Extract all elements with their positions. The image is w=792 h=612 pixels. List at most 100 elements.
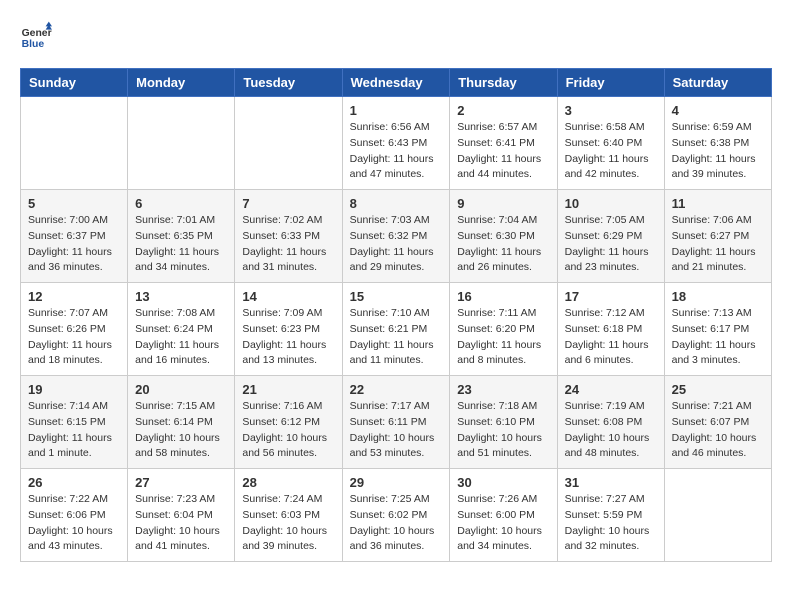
day-number: 3 [565, 103, 657, 118]
table-row: 30 Sunrise: 7:26 AMSunset: 6:00 PMDayligh… [450, 469, 557, 562]
day-info: Sunrise: 7:05 AMSunset: 6:29 PMDaylight:… [565, 213, 657, 276]
day-number: 7 [242, 196, 334, 211]
table-row: 24Sunrise: 7:19 AMSunset: 6:08 PMDayligh… [557, 376, 664, 469]
day-number: 8 [350, 196, 443, 211]
weekday-header: Monday [128, 69, 235, 97]
calendar-week-row: 26 Sunrise: 7:22 AMSunset: 6:06 PMDayligh… [21, 469, 772, 562]
calendar-week-row: 1 Sunrise: 6:56 AMSunset: 6:43 PMDaylight… [21, 97, 772, 190]
header-row: SundayMondayTuesdayWednesdayThursdayFrid… [21, 69, 772, 97]
day-number: 26 [28, 475, 120, 490]
day-number: 12 [28, 289, 120, 304]
day-info: Sunrise: 7:03 AMSunset: 6:32 PMDaylight:… [350, 213, 443, 276]
table-row: 20Sunrise: 7:15 AMSunset: 6:14 PMDayligh… [128, 376, 235, 469]
day-info: Sunrise: 7:00 AMSunset: 6:37 PMDaylight:… [28, 213, 120, 276]
day-info: Sunrise: 6:59 AMSunset: 6:38 PMDaylight:… [672, 120, 764, 183]
day-number: 18 [672, 289, 764, 304]
table-row: 8 Sunrise: 7:03 AMSunset: 6:32 PMDaylight… [342, 190, 450, 283]
table-row: 25 Sunrise: 7:21 AMSunset: 6:07 PMDayligh… [664, 376, 771, 469]
day-number: 27 [135, 475, 227, 490]
table-row: 29 Sunrise: 7:25 AMSunset: 6:02 PMDayligh… [342, 469, 450, 562]
day-info: Sunrise: 7:07 AMSunset: 6:26 PMDaylight:… [28, 306, 120, 369]
svg-text:Blue: Blue [22, 39, 45, 50]
table-row: 26 Sunrise: 7:22 AMSunset: 6:06 PMDayligh… [21, 469, 128, 562]
calendar: SundayMondayTuesdayWednesdayThursdayFrid… [20, 68, 772, 562]
day-number: 2 [457, 103, 549, 118]
day-number: 11 [672, 196, 764, 211]
svg-text:General: General [22, 28, 52, 39]
weekday-header: Wednesday [342, 69, 450, 97]
day-number: 29 [350, 475, 443, 490]
table-row: 5 Sunrise: 7:00 AMSunset: 6:37 PMDaylight… [21, 190, 128, 283]
day-number: 5 [28, 196, 120, 211]
day-number: 17 [565, 289, 657, 304]
day-number: 22 [350, 382, 443, 397]
table-row: 22 Sunrise: 7:17 AMSunset: 6:11 PMDayligh… [342, 376, 450, 469]
table-row: 1 Sunrise: 6:56 AMSunset: 6:43 PMDaylight… [342, 97, 450, 190]
day-info: Sunrise: 7:11 AMSunset: 6:20 PMDaylight:… [457, 306, 549, 369]
table-row [235, 97, 342, 190]
day-number: 20 [135, 382, 227, 397]
table-row: 14 Sunrise: 7:09 AMSunset: 6:23 PMDayligh… [235, 283, 342, 376]
day-number: 30 [457, 475, 549, 490]
day-info: Sunrise: 7:27 AMSunset: 5:59 PMDaylight:… [565, 492, 657, 555]
table-row: 19 Sunrise: 7:14 AMSunset: 6:15 PMDayligh… [21, 376, 128, 469]
day-info: Sunrise: 7:06 AMSunset: 6:27 PMDaylight:… [672, 213, 764, 276]
table-row: 16 Sunrise: 7:11 AMSunset: 6:20 PMDayligh… [450, 283, 557, 376]
day-info: Sunrise: 7:01 AMSunset: 6:35 PMDaylight:… [135, 213, 227, 276]
day-info: Sunrise: 7:10 AMSunset: 6:21 PMDaylight:… [350, 306, 443, 369]
logo-icon: General Blue [20, 20, 52, 52]
day-info: Sunrise: 7:23 AMSunset: 6:04 PMDaylight:… [135, 492, 227, 555]
weekday-header: Friday [557, 69, 664, 97]
day-number: 13 [135, 289, 227, 304]
day-info: Sunrise: 6:57 AMSunset: 6:41 PMDaylight:… [457, 120, 549, 183]
day-number: 4 [672, 103, 764, 118]
day-info: Sunrise: 7:24 AMSunset: 6:03 PMDaylight:… [242, 492, 334, 555]
day-number: 15 [350, 289, 443, 304]
day-info: Sunrise: 7:16 AMSunset: 6:12 PMDaylight:… [242, 399, 334, 462]
table-row: 2 Sunrise: 6:57 AMSunset: 6:41 PMDaylight… [450, 97, 557, 190]
day-info: Sunrise: 7:26 AMSunset: 6:00 PMDaylight:… [457, 492, 549, 555]
day-info: Sunrise: 7:09 AMSunset: 6:23 PMDaylight:… [242, 306, 334, 369]
table-row [128, 97, 235, 190]
day-number: 16 [457, 289, 549, 304]
day-number: 31 [565, 475, 657, 490]
table-row: 11 Sunrise: 7:06 AMSunset: 6:27 PMDayligh… [664, 190, 771, 283]
table-row [21, 97, 128, 190]
day-info: Sunrise: 7:08 AMSunset: 6:24 PMDaylight:… [135, 306, 227, 369]
table-row: 28Sunrise: 7:24 AMSunset: 6:03 PMDayligh… [235, 469, 342, 562]
day-number: 6 [135, 196, 227, 211]
day-info: Sunrise: 7:21 AMSunset: 6:07 PMDaylight:… [672, 399, 764, 462]
day-number: 25 [672, 382, 764, 397]
table-row: 4 Sunrise: 6:59 AMSunset: 6:38 PMDaylight… [664, 97, 771, 190]
table-row: 17 Sunrise: 7:12 AMSunset: 6:18 PMDayligh… [557, 283, 664, 376]
calendar-week-row: 5 Sunrise: 7:00 AMSunset: 6:37 PMDaylight… [21, 190, 772, 283]
day-number: 9 [457, 196, 549, 211]
day-info: Sunrise: 7:17 AMSunset: 6:11 PMDaylight:… [350, 399, 443, 462]
table-row: 18Sunrise: 7:13 AMSunset: 6:17 PMDayligh… [664, 283, 771, 376]
table-row: 31 Sunrise: 7:27 AMSunset: 5:59 PMDayligh… [557, 469, 664, 562]
day-info: Sunrise: 7:18 AMSunset: 6:10 PMDaylight:… [457, 399, 549, 462]
day-number: 14 [242, 289, 334, 304]
day-number: 10 [565, 196, 657, 211]
day-number: 1 [350, 103, 443, 118]
day-info: Sunrise: 7:22 AMSunset: 6:06 PMDaylight:… [28, 492, 120, 555]
calendar-week-row: 19 Sunrise: 7:14 AMSunset: 6:15 PMDayligh… [21, 376, 772, 469]
table-row: 23 Sunrise: 7:18 AMSunset: 6:10 PMDayligh… [450, 376, 557, 469]
weekday-header: Saturday [664, 69, 771, 97]
table-row: 12 Sunrise: 7:07 AMSunset: 6:26 PMDayligh… [21, 283, 128, 376]
day-number: 19 [28, 382, 120, 397]
page-header: General Blue [20, 20, 772, 52]
table-row: 6 Sunrise: 7:01 AMSunset: 6:35 PMDaylight… [128, 190, 235, 283]
day-number: 23 [457, 382, 549, 397]
day-info: Sunrise: 7:14 AMSunset: 6:15 PMDaylight:… [28, 399, 120, 462]
day-info: Sunrise: 7:25 AMSunset: 6:02 PMDaylight:… [350, 492, 443, 555]
day-number: 24 [565, 382, 657, 397]
day-info: Sunrise: 6:56 AMSunset: 6:43 PMDaylight:… [350, 120, 443, 183]
weekday-header: Sunday [21, 69, 128, 97]
logo: General Blue [20, 20, 56, 52]
day-info: Sunrise: 7:12 AMSunset: 6:18 PMDaylight:… [565, 306, 657, 369]
weekday-header: Tuesday [235, 69, 342, 97]
calendar-week-row: 12 Sunrise: 7:07 AMSunset: 6:26 PMDayligh… [21, 283, 772, 376]
table-row: 3Sunrise: 6:58 AMSunset: 6:40 PMDaylight… [557, 97, 664, 190]
weekday-header: Thursday [450, 69, 557, 97]
